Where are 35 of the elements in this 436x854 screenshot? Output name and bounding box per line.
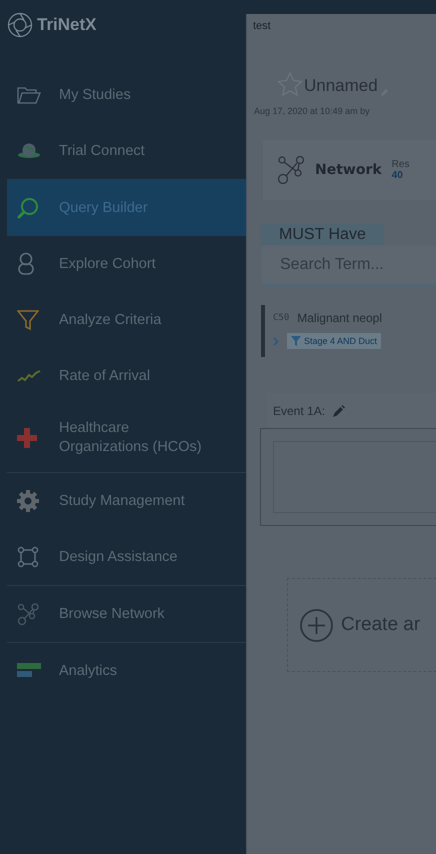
criteria-tab[interactable]: MUST Have: [261, 224, 384, 245]
breadcrumb: test: [253, 20, 272, 32]
sidebar-item[interactable]: Browse Network: [7, 586, 246, 642]
chevron-icon[interactable]: [273, 336, 279, 346]
add-icon: [300, 608, 333, 642]
network-icon: [277, 156, 305, 184]
network-label: Network: [315, 162, 382, 178]
sidebar-item[interactable]: My Studies: [7, 67, 246, 123]
search-icon: [17, 197, 39, 219]
frame-icon: [17, 546, 39, 568]
sidebar-item[interactable]: Rate of Arrival: [7, 348, 246, 404]
pencil-icon[interactable]: [333, 404, 346, 416]
person-icon: [17, 252, 35, 276]
results-value: 40: [392, 170, 404, 181]
globe-icon: [17, 142, 41, 160]
diagnosis-name: Malignant neopl: [297, 311, 382, 325]
funnel-icon: [291, 336, 301, 346]
sidebar-item[interactable]: Analyze Criteria: [7, 292, 246, 348]
folder-icon: [17, 86, 41, 104]
funnel-icon: [17, 309, 39, 331]
event-label: Event 1A:: [273, 404, 326, 418]
filter-chip[interactable]: Stage 4 AND Duct: [287, 333, 382, 349]
sidebar-item[interactable]: Design Assistance: [7, 529, 246, 585]
logo-icon: [7, 12, 33, 38]
plus-icon: [17, 428, 37, 448]
chart-icon: [17, 662, 41, 680]
sidebar-item[interactable]: Healthcare Organizations (HCOs): [7, 404, 246, 472]
sidebar-item[interactable]: Analytics: [7, 643, 246, 699]
logo-text: TriNetX: [37, 15, 97, 35]
sidebar-item[interactable]: Explore Cohort: [7, 236, 246, 292]
settings-icon: [17, 490, 39, 512]
trend-icon: [17, 369, 41, 383]
network-icon: [17, 603, 39, 625]
sidebar-item[interactable]: Trial Connect: [7, 123, 246, 179]
sidebar-item[interactable]: Study Management: [7, 473, 246, 529]
